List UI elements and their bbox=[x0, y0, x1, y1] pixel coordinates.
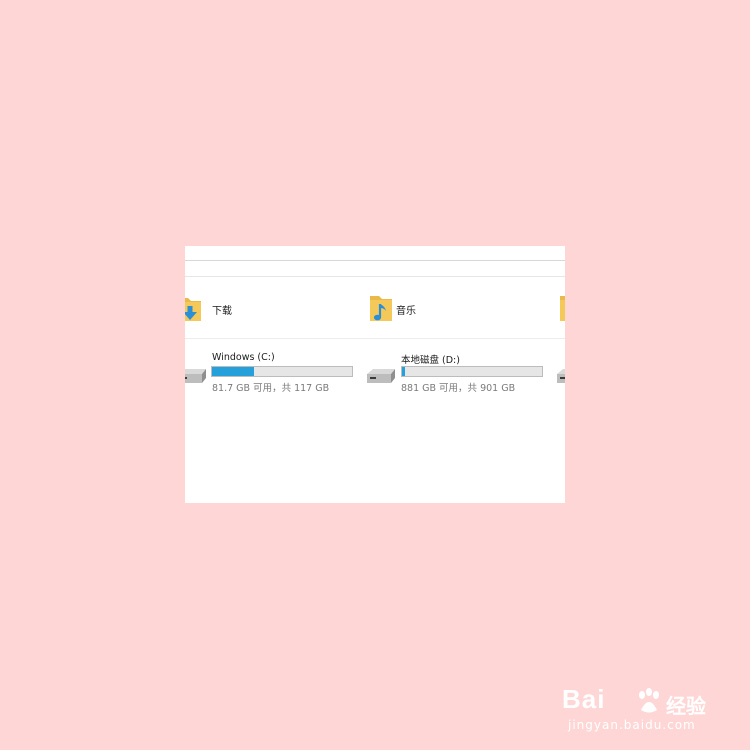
drive-name: 本地磁盘 (D:) bbox=[401, 355, 460, 366]
watermark-url: jingyan.baidu.com bbox=[568, 718, 696, 732]
folder-icon bbox=[560, 296, 565, 321]
drive-space-info: 81.7 GB 可用，共 117 GB bbox=[212, 383, 330, 394]
download-folder-icon bbox=[185, 298, 201, 321]
stage: 下载 音乐 Windows (C:) 81.7 GB 可用，共 117 GB 本… bbox=[0, 0, 750, 750]
drive-name: Windows (C:) bbox=[212, 352, 275, 363]
file-explorer-window: 下载 音乐 Windows (C:) 81.7 GB 可用，共 117 GB 本… bbox=[185, 246, 565, 503]
baidu-jingyan-watermark: Bai 经验 jingyan.baidu.com bbox=[562, 684, 712, 734]
toolbar-divider bbox=[185, 260, 565, 261]
section-divider bbox=[185, 338, 565, 339]
drive-usage-bar bbox=[211, 366, 353, 377]
drive-usage-fill bbox=[212, 367, 255, 376]
music-folder-icon bbox=[370, 296, 392, 321]
drive-partial[interactable] bbox=[555, 352, 565, 392]
folder-partial[interactable] bbox=[558, 292, 565, 324]
folder-downloads[interactable]: 下载 bbox=[185, 292, 297, 324]
watermark-brand: Bai bbox=[562, 684, 606, 714]
drive-usage-fill bbox=[402, 367, 406, 376]
hard-drive-icon bbox=[557, 369, 565, 383]
drive-space-info: 881 GB 可用，共 901 GB bbox=[401, 383, 516, 394]
folder-label: 下载 bbox=[212, 306, 232, 317]
folder-label: 音乐 bbox=[396, 306, 416, 317]
drive-d[interactable]: 本地磁盘 (D:) 881 GB 可用，共 901 GB bbox=[365, 352, 545, 394]
hard-drive-icon bbox=[367, 369, 395, 383]
watermark-cn: 经验 bbox=[666, 694, 706, 718]
header-divider bbox=[185, 276, 565, 277]
drive-usage-bar bbox=[401, 366, 543, 377]
paw-logo-icon bbox=[639, 688, 659, 713]
drive-c[interactable]: Windows (C:) 81.7 GB 可用，共 117 GB bbox=[185, 352, 355, 394]
hard-drive-icon bbox=[185, 369, 206, 383]
folder-music[interactable]: 音乐 bbox=[368, 292, 488, 324]
